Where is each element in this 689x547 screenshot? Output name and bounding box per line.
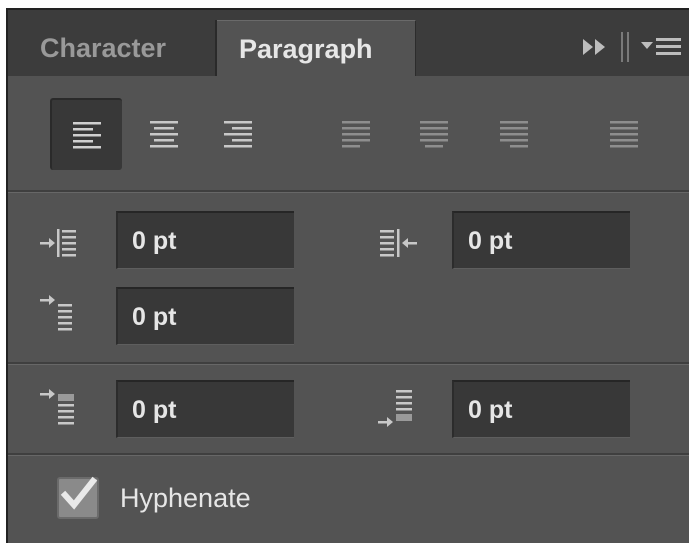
section-divider — [8, 453, 689, 456]
alignment-buttons — [50, 98, 660, 170]
tab-paragraph[interactable]: Paragraph — [217, 20, 416, 76]
justify-last-left-button[interactable] — [320, 98, 392, 170]
justify-all-icon — [610, 121, 638, 148]
justify-last-left-icon — [342, 121, 370, 148]
justify-last-right-button[interactable] — [478, 98, 550, 170]
space-before-icon — [38, 386, 82, 426]
section-divider — [8, 190, 689, 193]
align-center-button[interactable] — [128, 98, 200, 170]
first-line-indent-field[interactable]: 0 pt — [116, 287, 294, 345]
align-right-button[interactable] — [202, 98, 274, 170]
hyphenate-checkbox[interactable] — [57, 476, 99, 519]
panel-tab-bar: Character Paragraph — [8, 10, 689, 76]
right-indent-icon — [376, 223, 420, 263]
tab-character[interactable]: Character — [8, 20, 215, 76]
paragraph-panel: Character Paragraph 0 pt 0 pt 0 pt 0 pt … — [6, 8, 689, 543]
align-left-button[interactable] — [50, 98, 122, 170]
double-chevron-right-icon[interactable] — [579, 35, 611, 59]
justify-all-button[interactable] — [588, 98, 660, 170]
left-indent-icon — [38, 223, 82, 263]
right-indent-field[interactable]: 0 pt — [452, 211, 630, 269]
justify-last-right-icon — [500, 121, 528, 148]
section-divider — [8, 362, 689, 365]
panel-controls — [579, 30, 683, 64]
align-left-icon — [73, 122, 101, 149]
space-after-icon — [376, 386, 420, 427]
space-after-field[interactable]: 0 pt — [452, 380, 630, 438]
space-before-field[interactable]: 0 pt — [116, 380, 294, 438]
first-line-indent-icon — [38, 292, 82, 332]
checkmark-icon — [60, 476, 98, 510]
justify-last-center-button[interactable] — [398, 98, 470, 170]
align-center-icon — [150, 121, 178, 148]
hyphenate-label: Hyphenate — [120, 483, 251, 513]
left-indent-field[interactable]: 0 pt — [116, 211, 294, 269]
justify-last-center-icon — [420, 121, 448, 148]
panel-menu-icon[interactable] — [639, 34, 683, 60]
align-right-icon — [224, 121, 252, 148]
divider-grip — [619, 30, 631, 64]
